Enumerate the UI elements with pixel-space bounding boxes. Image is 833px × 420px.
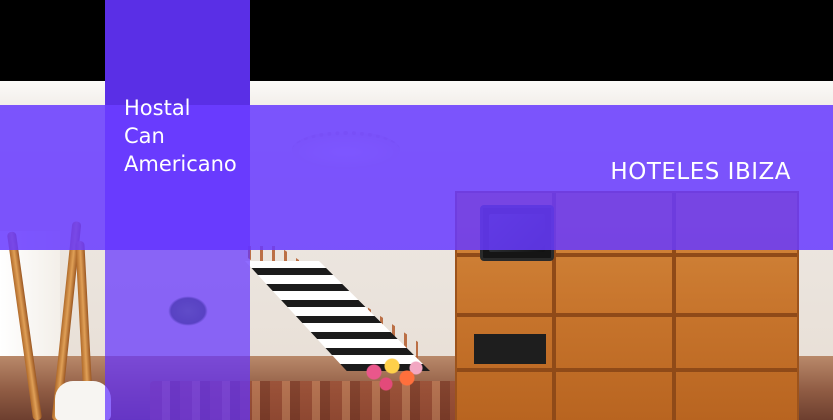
stereo-system — [474, 334, 546, 364]
flower-bouquet — [365, 356, 425, 396]
staircase — [245, 261, 430, 371]
title-column-top — [105, 0, 250, 105]
shelf — [457, 313, 797, 317]
white-vase — [55, 381, 111, 420]
category-link-hoteles-ibiza[interactable]: HOTELES IBIZA — [610, 159, 791, 185]
shelf — [457, 368, 797, 372]
hotel-name-title: Hostal Can Americano — [124, 96, 237, 176]
